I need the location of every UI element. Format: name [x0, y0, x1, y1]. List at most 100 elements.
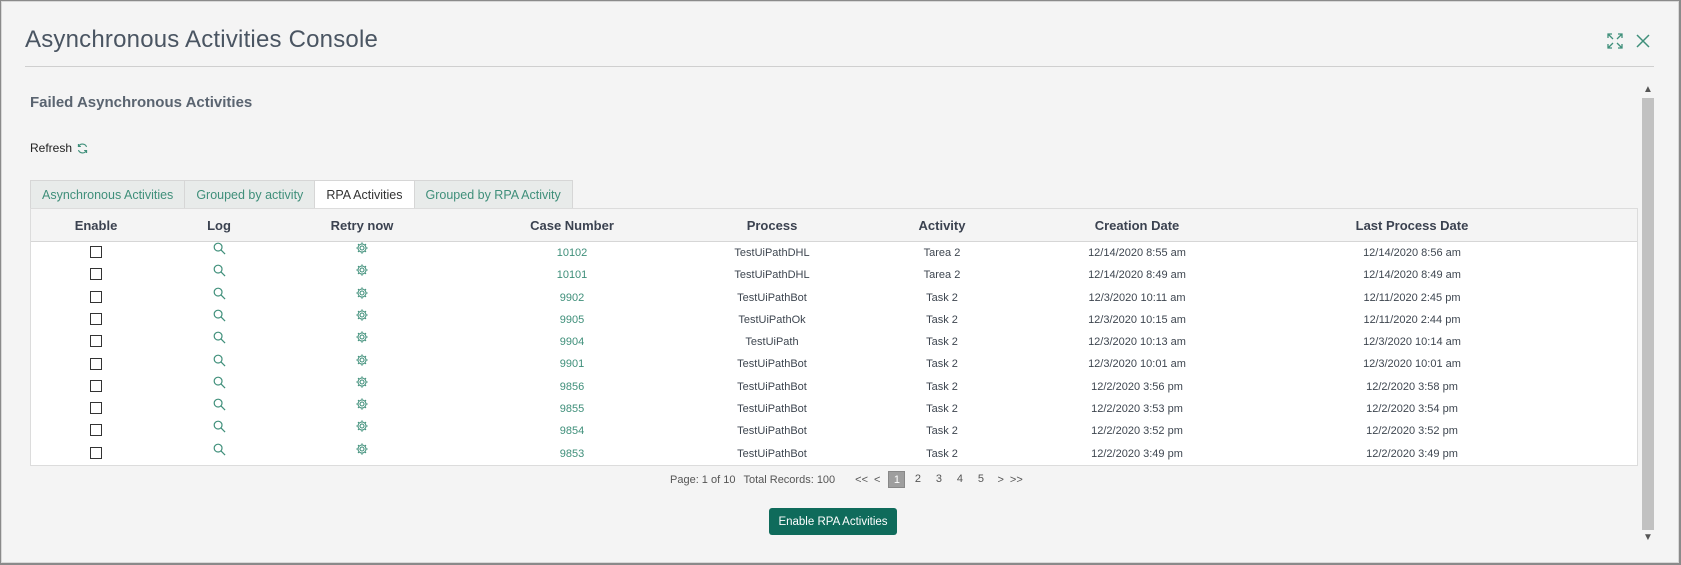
- refresh-label: Refresh: [30, 141, 73, 155]
- retry-now-cell: [277, 443, 447, 465]
- gear-icon[interactable]: [355, 375, 369, 397]
- magnifier-icon[interactable]: [213, 263, 226, 285]
- process-cell: TestUiPathBot: [737, 358, 807, 371]
- enable-cell: [31, 264, 161, 286]
- creation-date-cell: 12/2/2020 3:49 pm: [1091, 447, 1183, 460]
- maximize-icon[interactable]: [1606, 32, 1624, 50]
- tab-asynchronous-activities[interactable]: Asynchronous Activities: [30, 180, 186, 209]
- gear-icon[interactable]: [355, 442, 369, 464]
- next-page-button[interactable]: >: [997, 474, 1003, 486]
- refresh-icon: [77, 142, 88, 154]
- log-cell: [161, 287, 277, 309]
- table-row: 9856 TestUiPathBot Task 2 12/2/2020 3:56 pm…: [31, 376, 1637, 398]
- tab-grouped-by-rpa-activity[interactable]: Grouped by RPA Activity: [413, 180, 573, 209]
- first-page-button[interactable]: <<: [855, 474, 868, 486]
- prev-page-button[interactable]: <: [874, 474, 880, 486]
- table-header: Enable Log Retry now Case Number Process…: [31, 209, 1637, 242]
- activity-cell: Task 2: [926, 336, 958, 349]
- enable-checkbox[interactable]: [90, 290, 102, 303]
- gear-icon[interactable]: [355, 397, 369, 419]
- case-number-link[interactable]: 9905: [447, 309, 697, 331]
- enable-checkbox[interactable]: [90, 446, 102, 459]
- scroll-down-arrow-icon[interactable]: ▼: [1642, 532, 1654, 544]
- creation-date-cell: 12/2/2020 3:53 pm: [1091, 403, 1183, 416]
- last-process-date-cell: 12/2/2020 3:58 pm: [1366, 380, 1458, 393]
- creation-date-cell: 12/2/2020 3:52 pm: [1091, 425, 1183, 438]
- header-retry-now: Retry now: [330, 218, 394, 233]
- header-log: Log: [207, 218, 231, 233]
- scroll-up-arrow-icon[interactable]: ▲: [1642, 84, 1654, 96]
- log-cell: [161, 242, 277, 264]
- creation-date-cell: 12/3/2020 10:13 am: [1088, 336, 1186, 349]
- enable-checkbox[interactable]: [90, 402, 102, 415]
- enable-checkbox[interactable]: [90, 312, 102, 325]
- enable-rpa-activities-button[interactable]: Enable RPA Activities: [769, 508, 897, 535]
- log-cell: [161, 331, 277, 353]
- case-number-link[interactable]: 9856: [447, 376, 697, 398]
- page-info: Page: 1 of 10: [670, 473, 736, 486]
- log-cell: [161, 353, 277, 375]
- page-5-button[interactable]: 5: [972, 471, 989, 488]
- case-number-link[interactable]: 9902: [447, 287, 697, 309]
- magnifier-icon[interactable]: [213, 330, 226, 352]
- activity-cell: Task 2: [926, 358, 958, 371]
- page-1-button[interactable]: 1: [888, 471, 906, 488]
- creation-date-cell: 12/3/2020 10:01 am: [1088, 358, 1186, 371]
- process-cell: TestUiPathOk: [738, 313, 806, 326]
- enable-checkbox[interactable]: [90, 268, 102, 281]
- case-number-link[interactable]: 9854: [447, 420, 697, 442]
- gear-icon[interactable]: [355, 286, 369, 308]
- enable-checkbox[interactable]: [90, 246, 102, 259]
- creation-date-cell: 12/14/2020 8:49 am: [1088, 269, 1186, 282]
- header-enable: Enable: [74, 218, 118, 233]
- enable-checkbox[interactable]: [90, 379, 102, 392]
- tab-rpa-activities[interactable]: RPA Activities: [314, 180, 415, 210]
- magnifier-icon[interactable]: [213, 241, 226, 263]
- gear-icon[interactable]: [355, 308, 369, 330]
- gear-icon[interactable]: [355, 330, 369, 352]
- tab-grouped-by-activity[interactable]: Grouped by activity: [184, 180, 316, 209]
- enable-checkbox[interactable]: [90, 357, 102, 370]
- last-process-date-cell: 12/14/2020 8:56 am: [1363, 247, 1461, 259]
- gear-icon[interactable]: [355, 241, 369, 263]
- scroll-thumb[interactable]: [1642, 98, 1654, 530]
- magnifier-icon[interactable]: [213, 375, 226, 397]
- case-number-link[interactable]: 10101: [447, 264, 697, 286]
- magnifier-icon[interactable]: [213, 397, 226, 419]
- case-number-link[interactable]: 9904: [447, 331, 697, 353]
- last-process-date-cell: 12/2/2020 3:49 pm: [1366, 447, 1458, 460]
- case-number-link[interactable]: 9901: [447, 353, 697, 375]
- magnifier-icon[interactable]: [213, 308, 226, 330]
- magnifier-icon[interactable]: [213, 353, 226, 375]
- magnifier-icon[interactable]: [213, 419, 226, 441]
- case-number-link[interactable]: 9855: [447, 398, 697, 420]
- gear-icon[interactable]: [355, 353, 369, 375]
- gear-icon[interactable]: [355, 263, 369, 285]
- enable-cell: [31, 309, 161, 331]
- enable-cell: [31, 398, 161, 420]
- header-activity: Activity: [918, 218, 966, 233]
- header-last-process-date: Last Process Date: [1355, 218, 1469, 233]
- magnifier-icon[interactable]: [213, 286, 226, 308]
- enable-cell: [31, 287, 161, 309]
- gear-icon[interactable]: [355, 419, 369, 441]
- page-3-button[interactable]: 3: [930, 471, 947, 488]
- close-icon[interactable]: [1634, 32, 1652, 50]
- enable-checkbox[interactable]: [90, 335, 102, 348]
- case-number-link[interactable]: 10102: [447, 242, 697, 264]
- retry-now-cell: [277, 376, 447, 398]
- activity-cell: Task 2: [926, 291, 958, 304]
- case-number-link[interactable]: 9853: [447, 443, 697, 465]
- last-process-date-cell: 12/3/2020 10:01 am: [1363, 358, 1461, 371]
- refresh-button[interactable]: Refresh: [30, 141, 89, 155]
- page-2-button[interactable]: 2: [909, 471, 926, 488]
- page-4-button[interactable]: 4: [951, 471, 968, 488]
- magnifier-icon[interactable]: [213, 442, 226, 464]
- retry-now-cell: [277, 331, 447, 353]
- table-row: 9902 TestUiPathBot Task 2 12/3/2020 10:11 a…: [31, 287, 1637, 309]
- vertical-scrollbar[interactable]: ▲ ▼: [1642, 84, 1654, 544]
- last-page-button[interactable]: >>: [1010, 474, 1023, 486]
- log-cell: [161, 420, 277, 442]
- enable-checkbox[interactable]: [90, 424, 102, 437]
- creation-date-cell: 12/2/2020 3:56 pm: [1091, 380, 1183, 393]
